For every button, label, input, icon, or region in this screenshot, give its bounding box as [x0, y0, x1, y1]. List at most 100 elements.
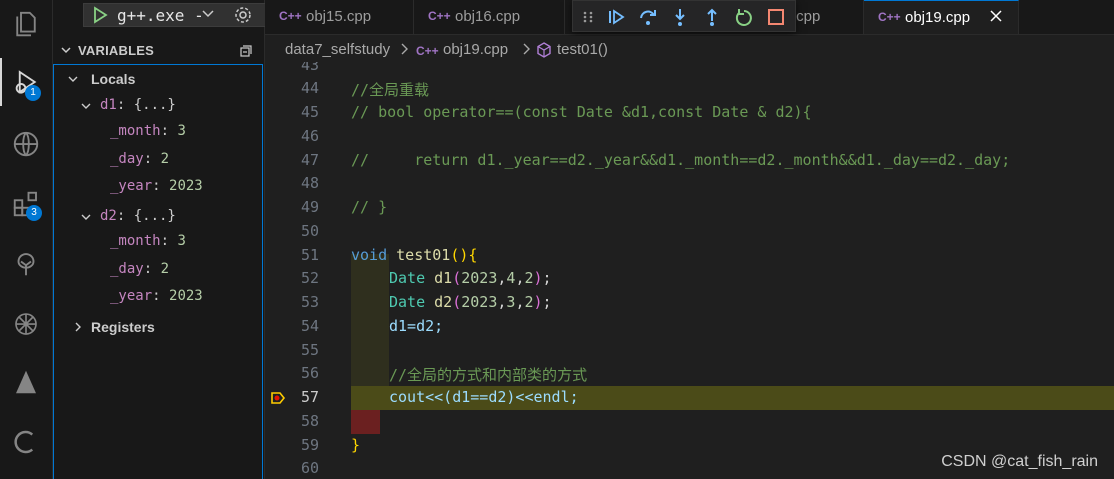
code-text: cout<<(d1==d2)<<endl; [389, 388, 579, 406]
line-number: 60 [300, 459, 319, 477]
cpp-file-icon: C++ [428, 9, 451, 23]
chevron-right-icon [523, 43, 530, 55]
field-name: _month [110, 233, 161, 249]
variables-header[interactable]: VARIABLES [53, 38, 264, 64]
code-line-current: 57 cout<<(d1==d2)<<endl; [265, 388, 1114, 412]
variable-value: {...} [133, 208, 176, 224]
field-value: 2023 [169, 178, 203, 194]
field-row[interactable]: _month: 3 [110, 233, 186, 257]
restart-icon[interactable] [733, 6, 755, 28]
field-value: 2 [160, 261, 170, 277]
gear-icon[interactable] [233, 5, 253, 25]
field-name: _year [110, 178, 153, 194]
field-row[interactable]: _year: 2023 [110, 288, 203, 312]
line-number: 53 [300, 293, 319, 311]
chevron-down-icon[interactable] [201, 8, 215, 20]
tab-obj15[interactable]: C++ obj15.cpp [265, 0, 414, 34]
field-row[interactable]: _day: 2 [110, 261, 169, 285]
field-row[interactable]: _year: 2023 [110, 178, 203, 202]
code-line: 56 //全局的方式和内部类的方式 [265, 364, 1114, 388]
code-line: 52 Date d1(2023,4,2); [265, 269, 1114, 293]
tab-label: obj15.cpp [306, 8, 372, 25]
line-number: 55 [300, 341, 319, 359]
activity-bar: 1 3 [0, 0, 53, 479]
code-line: 51 void test01(){ [265, 246, 1114, 270]
network-icon[interactable] [0, 300, 52, 348]
code-text: // return d1._year==d2._year&&d1._month=… [351, 151, 1011, 169]
code-line: 55 [265, 341, 1114, 365]
field-row[interactable]: _month: 3 [110, 123, 186, 147]
field-value: 3 [177, 233, 186, 249]
continue-icon[interactable] [605, 6, 627, 28]
line-number: 50 [300, 222, 319, 240]
field-name: _day [110, 261, 144, 277]
code-line: 54 d1=d2; [265, 317, 1114, 341]
variables-title: VARIABLES [78, 43, 154, 58]
code-text: // } [351, 198, 388, 216]
field-value: 3 [177, 123, 186, 139]
step-into-icon[interactable] [669, 6, 691, 28]
code-line: 46 [265, 127, 1114, 151]
variable-name: d2 [100, 208, 117, 224]
code-line: 47 // return d1._year==d2._year&&d1._mont… [265, 151, 1114, 175]
line-number: 57 [300, 388, 319, 406]
code-line: 50 [265, 222, 1114, 246]
drag-handle-icon[interactable] [581, 6, 595, 28]
cpp-file-icon: C++ [416, 44, 439, 58]
line-number: 56 [300, 364, 319, 382]
line-number: 54 [300, 317, 319, 335]
field-name: _year [110, 288, 153, 304]
step-out-icon[interactable] [701, 6, 723, 28]
line-number: 48 [300, 174, 319, 192]
line-number: 45 [300, 103, 319, 121]
run-debug-icon[interactable]: 1 [0, 58, 52, 106]
line-number: 52 [300, 269, 319, 287]
code-text: //全局重载 [351, 81, 430, 99]
breadcrumb: data7_selfstudy C++ obj19.cpp test01() [265, 36, 1114, 62]
code-text: // bool operator==(const Date &d1,const … [351, 103, 812, 121]
registers-label: Registers [91, 319, 155, 335]
code-text: d1=d2; [389, 317, 444, 335]
code-line: 44 //全局重载 [265, 79, 1114, 103]
locals-label: Locals [91, 71, 136, 87]
breadcrumb-symbol[interactable]: test01() [557, 41, 608, 58]
field-value: 2 [160, 151, 170, 167]
field-row[interactable]: _day: 2 [110, 151, 169, 175]
chevron-down-icon [81, 214, 91, 220]
line-number: 43 [300, 62, 319, 74]
code-line: 45 // bool operator==(const Date &d1,cons… [265, 103, 1114, 127]
chevron-right-icon [401, 43, 408, 55]
c-icon[interactable] [0, 418, 52, 466]
close-icon[interactable] [987, 7, 1005, 25]
chevron-down-icon [61, 47, 71, 54]
chevron-down-icon [81, 103, 91, 109]
pyramid-icon[interactable] [0, 358, 52, 406]
code-text: } [351, 436, 361, 454]
tab-label: .cpp [792, 8, 821, 25]
code-text: void test01(){ [351, 246, 478, 264]
remote-explorer-icon[interactable] [0, 120, 52, 168]
code-line: 43 [265, 62, 1114, 80]
tree-icon[interactable] [0, 240, 52, 288]
code-line: 48 [265, 174, 1114, 198]
extensions-badge: 3 [26, 205, 42, 221]
breadcrumb-file[interactable]: obj19.cpp [443, 41, 508, 58]
collapse-all-icon[interactable] [238, 43, 254, 59]
line-number: 47 [300, 151, 319, 169]
extensions-icon[interactable]: 3 [0, 180, 52, 228]
line-number: 51 [300, 246, 319, 264]
tab-obj19[interactable]: C++ obj19.cpp [864, 0, 1019, 34]
step-over-icon[interactable] [637, 6, 659, 28]
run-config-label[interactable]: g++.exe - [117, 6, 204, 25]
start-debugging-icon[interactable] [89, 5, 111, 25]
explorer-icon[interactable] [0, 0, 52, 48]
method-icon [537, 42, 551, 58]
breadcrumb-folder[interactable]: data7_selfstudy [285, 41, 390, 58]
tab-obj16[interactable]: C++ obj16.cpp [414, 0, 565, 34]
code-line: 58 [265, 412, 1114, 436]
stop-icon[interactable] [765, 6, 787, 28]
code-editor[interactable]: 43 44 //全局重载 45 // bool operator==(const D… [265, 62, 1114, 479]
watermark: CSDN @cat_fish_rain [941, 453, 1098, 470]
field-name: _month [110, 123, 161, 139]
tab-label: obj19.cpp [905, 9, 971, 26]
